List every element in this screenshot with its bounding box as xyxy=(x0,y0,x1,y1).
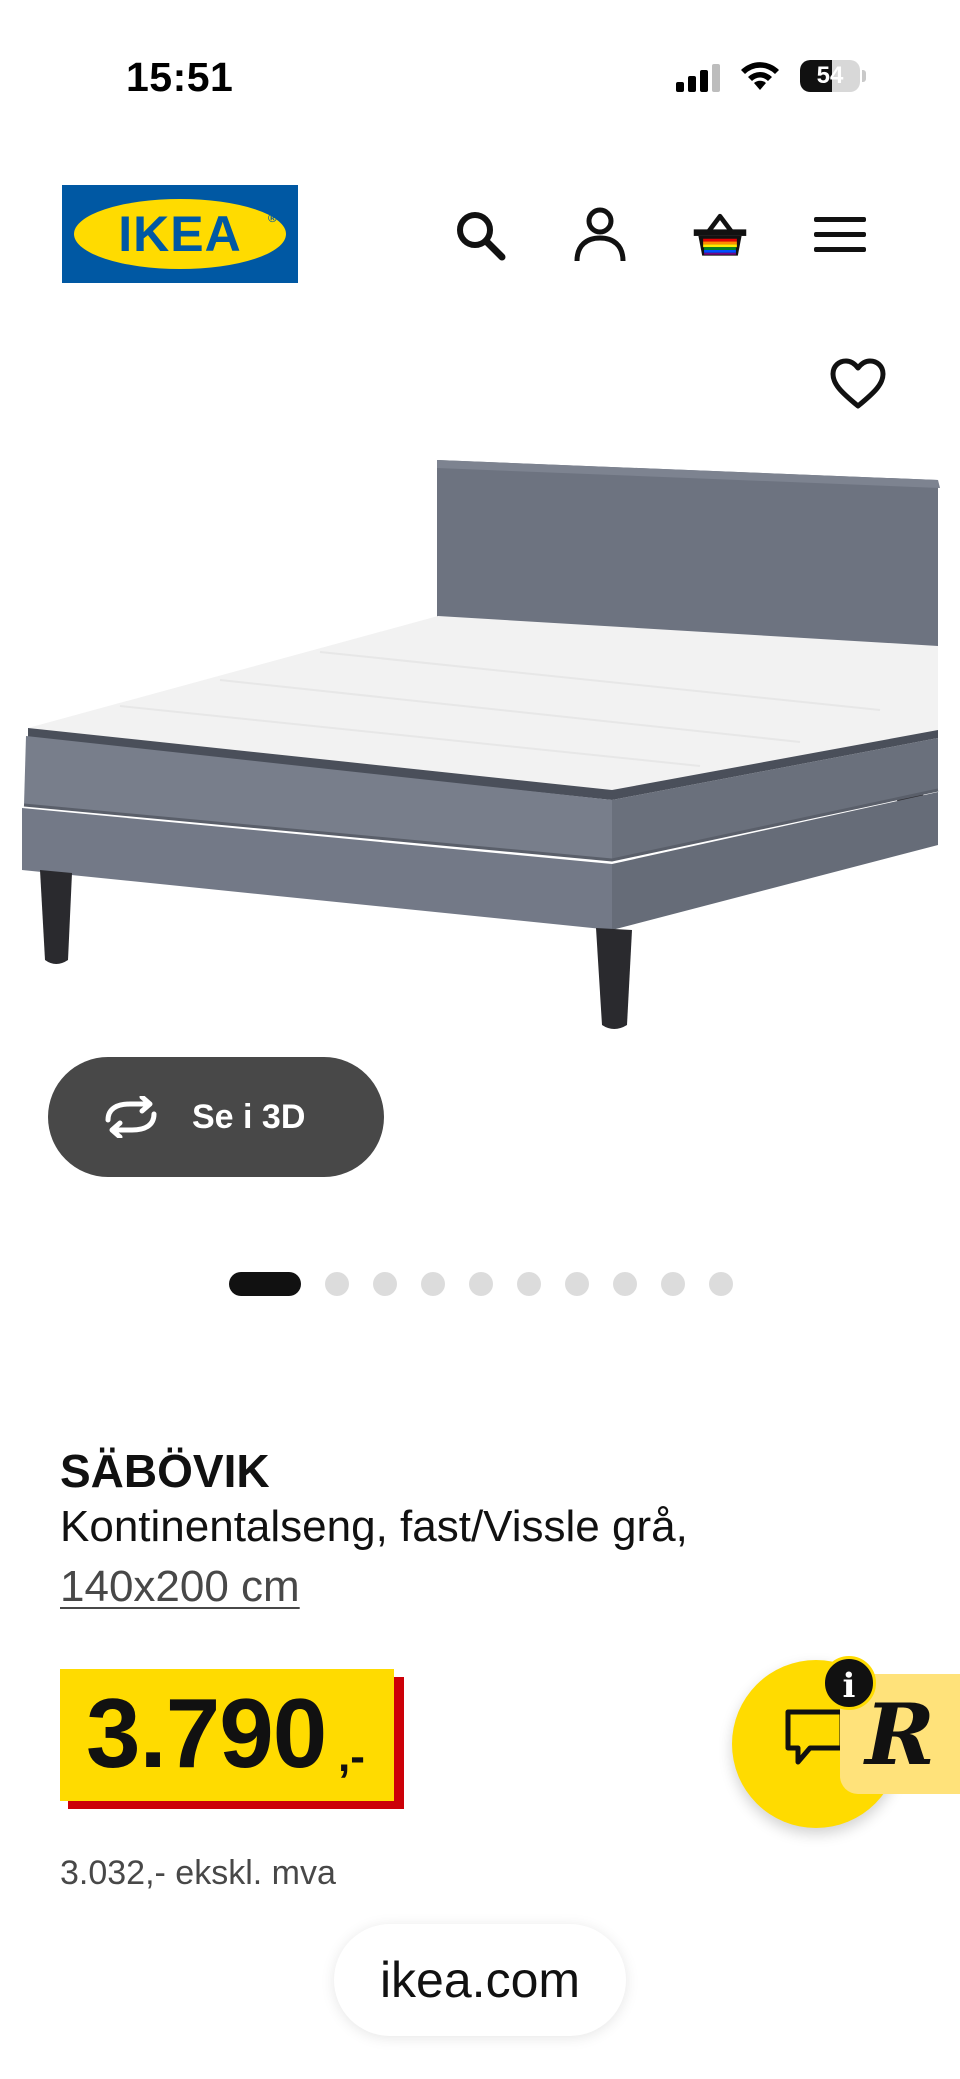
menu-button[interactable] xyxy=(810,205,870,265)
carousel-dot[interactable] xyxy=(709,1272,733,1296)
chat-icon xyxy=(785,1709,845,1765)
carousel-dot[interactable] xyxy=(661,1272,685,1296)
basket-button[interactable] xyxy=(690,205,750,265)
menu-icon xyxy=(814,217,866,252)
signal-icon xyxy=(676,64,720,92)
product-size-link[interactable]: 140x200 cm xyxy=(60,1562,300,1612)
carousel-dot[interactable] xyxy=(325,1272,349,1296)
product-description: Kontinentalseng, fast/Vissle grå, xyxy=(60,1502,688,1551)
wifi-icon xyxy=(741,62,779,90)
price-integer: 3.790 xyxy=(86,1678,327,1788)
battery-level: 54 xyxy=(816,62,844,89)
search-icon xyxy=(457,212,506,261)
carousel-dot[interactable] xyxy=(421,1272,445,1296)
address-bar[interactable]: ikea.com xyxy=(334,1924,626,2036)
bed-image xyxy=(22,460,940,1029)
battery-icon: 54 xyxy=(800,60,866,92)
favorite-button[interactable] xyxy=(826,352,890,416)
info-badge[interactable]: i xyxy=(822,1656,876,1710)
heart-icon xyxy=(830,358,886,409)
battery-cap xyxy=(862,70,866,82)
product-name: SÄBÖVIK xyxy=(60,1445,270,1497)
carousel-dot[interactable] xyxy=(613,1272,637,1296)
site-header: IKEA ® xyxy=(0,150,960,320)
logo-registered-mark: ® xyxy=(268,211,277,225)
rotate-icon xyxy=(100,1096,162,1138)
ikea-logo[interactable]: IKEA ® xyxy=(62,185,298,283)
price-excl-vat: 3.032,- ekskl. mva xyxy=(60,1854,336,1892)
product-page: 15:51 54 IKEA ® Se i 3D SÄBÖVIK Kontinen… xyxy=(0,0,960,2079)
carousel-dot[interactable] xyxy=(469,1272,493,1296)
account-icon xyxy=(574,207,626,262)
view-3d-button[interactable]: Se i 3D xyxy=(48,1057,384,1177)
image-carousel-dots xyxy=(0,1272,960,1296)
basket-icon xyxy=(693,213,747,256)
logo-text: IKEA xyxy=(118,206,242,262)
status-icons: 54 xyxy=(676,58,876,98)
search-button[interactable] xyxy=(450,205,510,265)
view-3d-label: Se i 3D xyxy=(192,1097,306,1136)
carousel-dot[interactable] xyxy=(517,1272,541,1296)
product-image[interactable]: Se i 3D xyxy=(0,330,960,1177)
status-bar: 15:51 54 xyxy=(0,0,960,150)
price-suffix: ,- xyxy=(338,1732,365,1781)
account-button[interactable] xyxy=(570,205,630,265)
carousel-dot[interactable] xyxy=(565,1272,589,1296)
carousel-dot-active[interactable] xyxy=(229,1272,301,1296)
carousel-dot[interactable] xyxy=(373,1272,397,1296)
battery-body: 54 xyxy=(800,60,860,92)
address-url: ikea.com xyxy=(379,1952,581,2008)
status-time: 15:51 xyxy=(126,54,234,100)
